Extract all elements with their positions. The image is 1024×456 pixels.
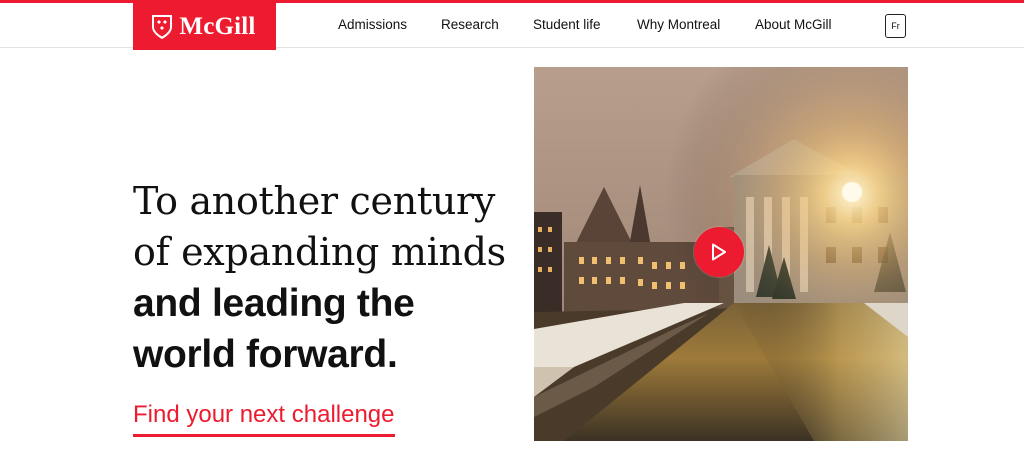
find-challenge-link[interactable]: Find your next challenge — [133, 401, 395, 437]
headline-line-4: world forward. — [133, 333, 398, 376]
nav-why-montreal[interactable]: Why Montreal — [637, 17, 720, 32]
mcgill-logo-link[interactable]: McGill — [133, 3, 276, 50]
headline-line-1: To another century — [133, 179, 496, 223]
headline-line-3: and leading the — [133, 282, 415, 325]
brand-name: McGill — [179, 12, 256, 40]
site-header: McGill Admissions Research Student life … — [0, 3, 1024, 50]
play-video-button[interactable] — [694, 227, 744, 277]
mcgill-crest-icon — [152, 14, 173, 39]
nav-research[interactable]: Research — [441, 17, 499, 32]
hero-headline: To another century of expanding minds an… — [133, 176, 523, 380]
play-icon — [712, 243, 726, 261]
language-toggle-button[interactable]: Fr — [885, 14, 906, 38]
headline-line-2: of expanding minds — [133, 230, 506, 274]
nav-admissions[interactable]: Admissions — [338, 17, 407, 32]
nav-about-mcgill[interactable]: About McGill — [755, 17, 832, 32]
nav-student-life[interactable]: Student life — [533, 17, 601, 32]
